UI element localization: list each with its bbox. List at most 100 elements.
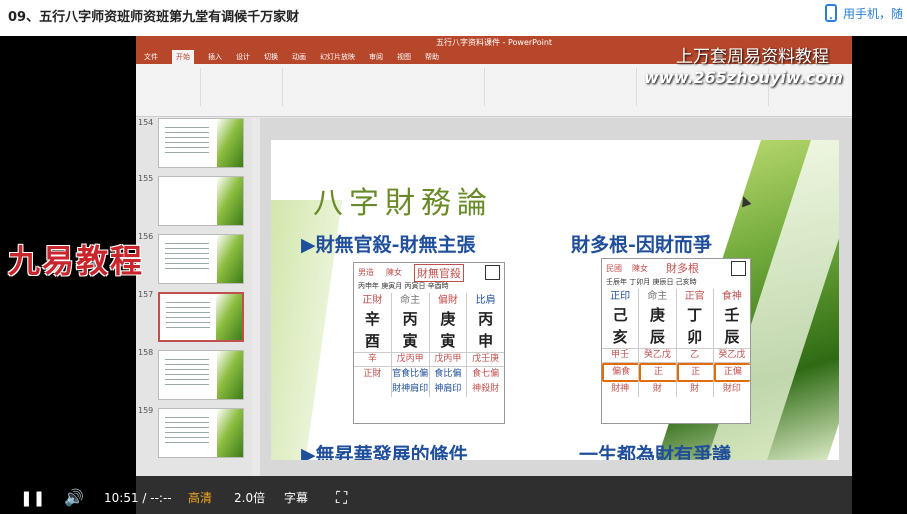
heavenly-stem: 丙 <box>392 308 430 330</box>
phone-icon <box>824 4 837 22</box>
hidden-stem: 戊丙甲 <box>429 352 468 367</box>
chart-gender: 民國 <box>606 264 622 273</box>
ppt-tab[interactable]: 帮助 <box>425 50 439 64</box>
page-header: 09、五行八字师资班师资班第九堂有调候千万家财 用手机，随 <box>0 0 907 30</box>
hidden-god-highlight: 正 <box>676 363 714 382</box>
ribbon-group-paragraph <box>486 68 637 106</box>
hidden-stem: 癸乙戊 <box>639 348 677 363</box>
hidden-god: 食比偏 <box>430 367 468 382</box>
hidden-god-highlight: 正偏 <box>713 363 750 382</box>
earthly-branch: 卯 <box>677 326 714 348</box>
ribbon-group-slides <box>202 68 283 106</box>
slide-number: 158 <box>138 348 154 357</box>
ppt-tab-active[interactable]: 开始 <box>172 50 194 64</box>
heading-bottom-left: ▶無昇華發展的條件 <box>301 444 468 460</box>
hidden-stem: 戊壬庚 <box>467 352 504 367</box>
chart-tag: 財無官殺 <box>414 264 464 282</box>
ppt-file-title: 五行八字资料课件 - PowerPoint <box>436 38 553 47</box>
ten-god: 命主 <box>392 293 430 308</box>
slide-number: 155 <box>138 174 154 183</box>
heavenly-stem: 丙 <box>478 310 494 328</box>
slide-thumbnail[interactable] <box>158 234 244 284</box>
player-controls: ❚❚ 🔊 10:51 / --:-- 高清 2.0倍 字幕 ⛶ <box>0 482 907 514</box>
ppt-tab[interactable]: 设计 <box>236 50 250 64</box>
watermark-url: www.265zhouyiw.com <box>644 68 843 87</box>
page-title: 09、五行八字师资班师资班第九堂有调候千万家财 <box>8 10 300 25</box>
heavenly-stem: 庚 <box>430 308 468 330</box>
heavenly-stem: 己 <box>602 304 640 326</box>
quality-button[interactable]: 高清 <box>188 482 212 514</box>
ppt-tab[interactable]: 审阅 <box>369 50 383 64</box>
hidden-god-highlight: 正 <box>639 363 677 382</box>
bazi-chart-left: 男造 陳女 財無官殺 丙申年 庚寅月 丙寅日 辛酉時 正財 命主 偏財 比肩 辛 <box>353 262 505 424</box>
hidden-god: 官食比偏 <box>392 367 430 382</box>
slide-number: 159 <box>138 406 154 415</box>
slide-thumbnail-selected[interactable] <box>158 292 244 342</box>
ppt-tab[interactable]: 视图 <box>397 50 411 64</box>
chart-seal-icon <box>485 265 500 280</box>
slide-number: 154 <box>138 118 154 127</box>
hidden-god: 財印 <box>722 384 741 394</box>
slide-editor: 八字財務論 ▶財無官殺-財無主張 財多根-因財而爭 男造 陳女 財無官殺 丙申年… <box>260 118 852 514</box>
chart-date-line: 丙申年 庚寅月 丙寅日 辛酉時 <box>358 282 449 290</box>
fullscreen-icon[interactable]: ⛶ <box>336 482 347 514</box>
ppt-tab[interactable]: 插入 <box>208 50 222 64</box>
earthly-branch: 酉 <box>354 330 392 352</box>
slide-thumbnail[interactable] <box>158 408 244 458</box>
earthly-branch: 寅 <box>430 330 468 352</box>
hidden-stem: 乙 <box>676 348 714 363</box>
hidden-god: 神殺財 <box>472 384 500 394</box>
ppt-tab[interactable]: 动画 <box>292 50 306 64</box>
chart-tag: 財多根 <box>666 262 699 275</box>
ppt-tab[interactable]: 幻灯片放映 <box>320 50 355 64</box>
speed-button[interactable]: 2.0倍 <box>234 482 265 514</box>
time-display: 10:51 / --:-- <box>104 491 172 505</box>
slide-thumbnail[interactable] <box>158 350 244 400</box>
earthly-branch: 亥 <box>602 326 640 348</box>
hidden-stem: 辛 <box>354 352 392 367</box>
heavenly-stem: 庚 <box>639 304 677 326</box>
ten-god: 偏財 <box>430 293 468 308</box>
ribbon-group-clipboard <box>140 68 201 106</box>
hidden-god <box>354 382 392 397</box>
hidden-god-highlight: 偏食 <box>602 363 640 382</box>
slide-number: 157 <box>138 290 154 299</box>
watermark-right: 上万套周易资料教程 <box>676 47 829 67</box>
mobile-link-label: 用手机，随 <box>842 6 903 21</box>
heavenly-stem: 丁 <box>677 304 714 326</box>
slide-canvas[interactable]: 八字財務論 ▶財無官殺-財無主張 財多根-因財而爭 男造 陳女 財無官殺 丙申年… <box>271 140 839 460</box>
volume-icon[interactable]: 🔊 <box>64 482 84 514</box>
pause-icon[interactable]: ❚❚ <box>20 482 45 514</box>
ten-god: 正印 <box>602 289 640 304</box>
ten-god: 正官 <box>677 289 714 304</box>
heading-left: ▶財無官殺-財無主張 <box>301 234 476 256</box>
bazi-chart-right: 民國 陳女 財多根 壬辰年 丁卯月 庚辰日 己亥時 正印 命主 正官 食神 己 <box>601 258 751 424</box>
hidden-god: 財神肩印 <box>392 382 430 397</box>
ppt-tab[interactable]: 切换 <box>264 50 278 64</box>
heading-bottom-right: 一生都為財有爭議 <box>579 444 732 460</box>
powerpoint-window: 五行八字资料课件 - PowerPoint 文件 开始 插入 设计 切换 动画 … <box>136 36 852 514</box>
heavenly-stem: 辛 <box>354 308 392 330</box>
hidden-stem: 甲壬 <box>602 348 640 363</box>
slide-thumbnail[interactable] <box>158 118 244 168</box>
heading-right: 財多根-因財而爭 <box>571 234 712 256</box>
chart-seal-icon <box>731 261 746 276</box>
mobile-link[interactable]: 用手机，随 <box>824 4 903 22</box>
hidden-god: 食七偏 <box>472 369 500 379</box>
ribbon-group-font <box>284 68 485 106</box>
ppt-tab[interactable]: 文件 <box>144 50 158 64</box>
subtitle-button[interactable]: 字幕 <box>284 482 308 514</box>
earthly-branch: 辰 <box>724 328 740 346</box>
hidden-god: 神肩印 <box>430 382 468 397</box>
slide-title: 八字財務論 <box>313 186 493 221</box>
chart-name: 陳女 <box>386 268 402 277</box>
ten-god: 比肩 <box>475 295 496 306</box>
video-player[interactable]: 五行八字资料课件 - PowerPoint 文件 开始 插入 设计 切换 动画 … <box>0 36 907 514</box>
hidden-god: 財 <box>677 382 714 397</box>
watermark-left: 九易教程 <box>8 242 145 280</box>
hidden-god: 財神 <box>602 382 640 397</box>
chart-name: 陳女 <box>632 264 648 273</box>
hidden-stem: 戊丙甲 <box>391 352 430 367</box>
slide-thumbnail[interactable] <box>158 176 244 226</box>
earthly-branch: 申 <box>478 332 494 350</box>
